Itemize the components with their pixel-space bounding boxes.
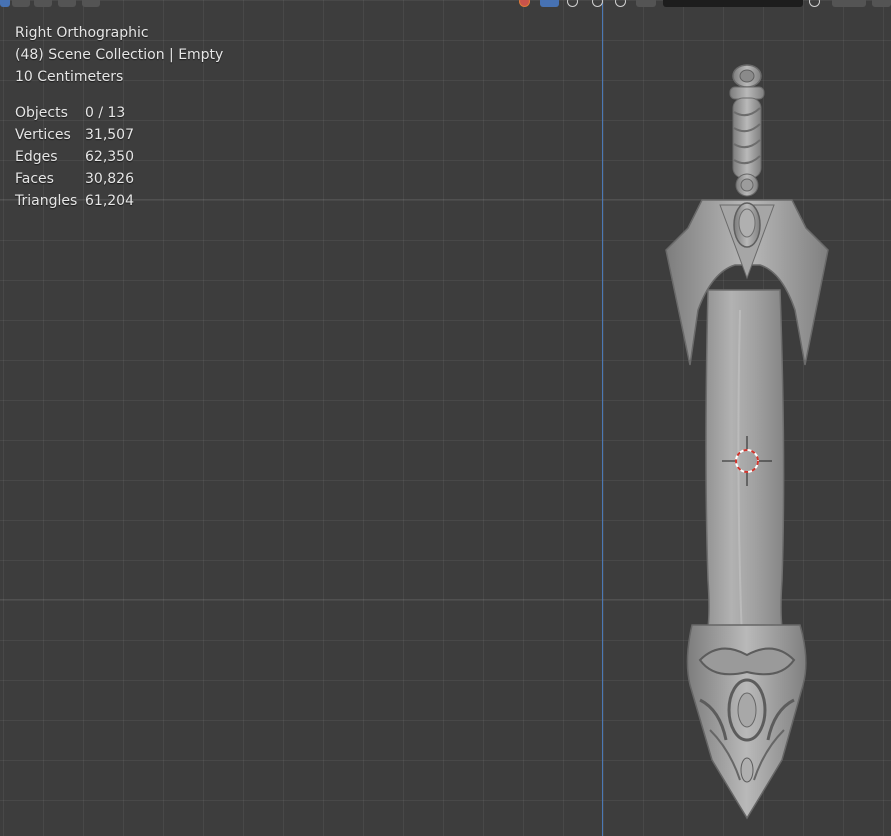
- stat-row: Edges 62,350: [15, 146, 223, 168]
- select-mode-button[interactable]: [0, 0, 10, 7]
- stat-row: Triangles 61,204: [15, 190, 223, 212]
- tool-button[interactable]: [58, 0, 76, 7]
- pommel: [729, 64, 765, 100]
- shading-solid-icon[interactable]: [592, 0, 603, 7]
- grid-scale: 10 Centimeters: [15, 69, 124, 85]
- stat-value: 62,350: [85, 149, 134, 165]
- search-input[interactable]: [663, 0, 803, 7]
- stat-value: 30,826: [85, 171, 134, 187]
- stat-value: 61,204: [85, 193, 134, 209]
- stat-row: Faces 30,826: [15, 168, 223, 190]
- xray-icon[interactable]: [567, 0, 578, 7]
- z-axis-line: [602, 0, 603, 836]
- tool-button[interactable]: [12, 0, 30, 7]
- stat-row: Vertices 31,507: [15, 124, 223, 146]
- stat-label: Objects: [15, 105, 68, 121]
- stat-value: 0 / 13: [85, 105, 126, 121]
- gizmo-icon[interactable]: [519, 0, 530, 7]
- viewport-text-overlay: Right Orthographic (48) Scene Collection…: [15, 22, 223, 212]
- overlay-toggle-button[interactable]: [540, 0, 559, 7]
- stat-label: Edges: [15, 149, 58, 165]
- stat-label: Faces: [15, 171, 54, 187]
- sidebar-toggle-button[interactable]: [872, 0, 891, 7]
- stat-label: Vertices: [15, 127, 71, 143]
- grip: [732, 97, 762, 197]
- 3d-viewport[interactable]: Right Orthographic (48) Scene Collection…: [0, 0, 891, 836]
- tool-button[interactable]: [34, 0, 52, 7]
- 3d-cursor-icon[interactable]: [722, 436, 772, 486]
- blade-ornament: [686, 624, 807, 820]
- view-name: Right Orthographic: [15, 25, 149, 41]
- stat-row: Objects 0 / 13: [15, 102, 223, 124]
- stat-value: 31,507: [85, 127, 134, 143]
- editor-type-button[interactable]: [832, 0, 866, 7]
- tool-button[interactable]: [82, 0, 100, 7]
- shading-material-icon[interactable]: [615, 0, 626, 7]
- shading-rendered-button[interactable]: [636, 0, 656, 7]
- stat-label: Triangles: [15, 193, 78, 209]
- viewport-header: [0, 0, 891, 8]
- collection-info: (48) Scene Collection | Empty: [15, 47, 224, 63]
- scene-statistics: Objects 0 / 13 Vertices 31,507 Edges 62,…: [15, 102, 223, 212]
- filter-icon[interactable]: [809, 0, 820, 7]
